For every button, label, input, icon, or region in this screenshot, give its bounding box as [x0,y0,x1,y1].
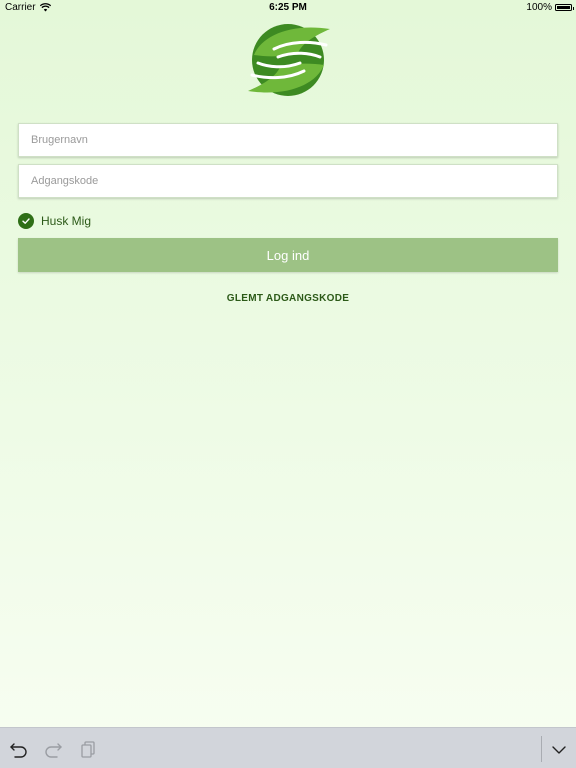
keyboard-shortcut-bar [0,727,576,768]
checkmark-icon[interactable] [18,213,34,229]
username-field-container [18,123,558,157]
username-input[interactable] [19,124,557,156]
status-time: 6:25 PM [269,2,307,13]
shortcut-bar-divider [541,736,542,762]
battery-percent: 100% [526,2,552,13]
forgot-password-link[interactable]: GLEMT ADGANGSKODE [0,293,576,304]
status-bar: Carrier 6:25 PM 100% [0,0,576,16]
remember-me-label: Husk Mig [41,214,92,228]
battery-indicator: 100% [526,2,574,13]
password-field-container [18,164,558,198]
paste-icon[interactable] [78,740,98,758]
login-button[interactable]: Log ind [18,238,558,272]
battery-icon [555,4,574,11]
app-logo [244,23,334,97]
remember-me-toggle[interactable]: Husk Mig [18,213,91,229]
redo-icon[interactable] [43,740,63,758]
password-input[interactable] [19,165,557,197]
undo-icon[interactable] [9,740,29,758]
dismiss-keyboard-icon[interactable] [549,740,569,758]
